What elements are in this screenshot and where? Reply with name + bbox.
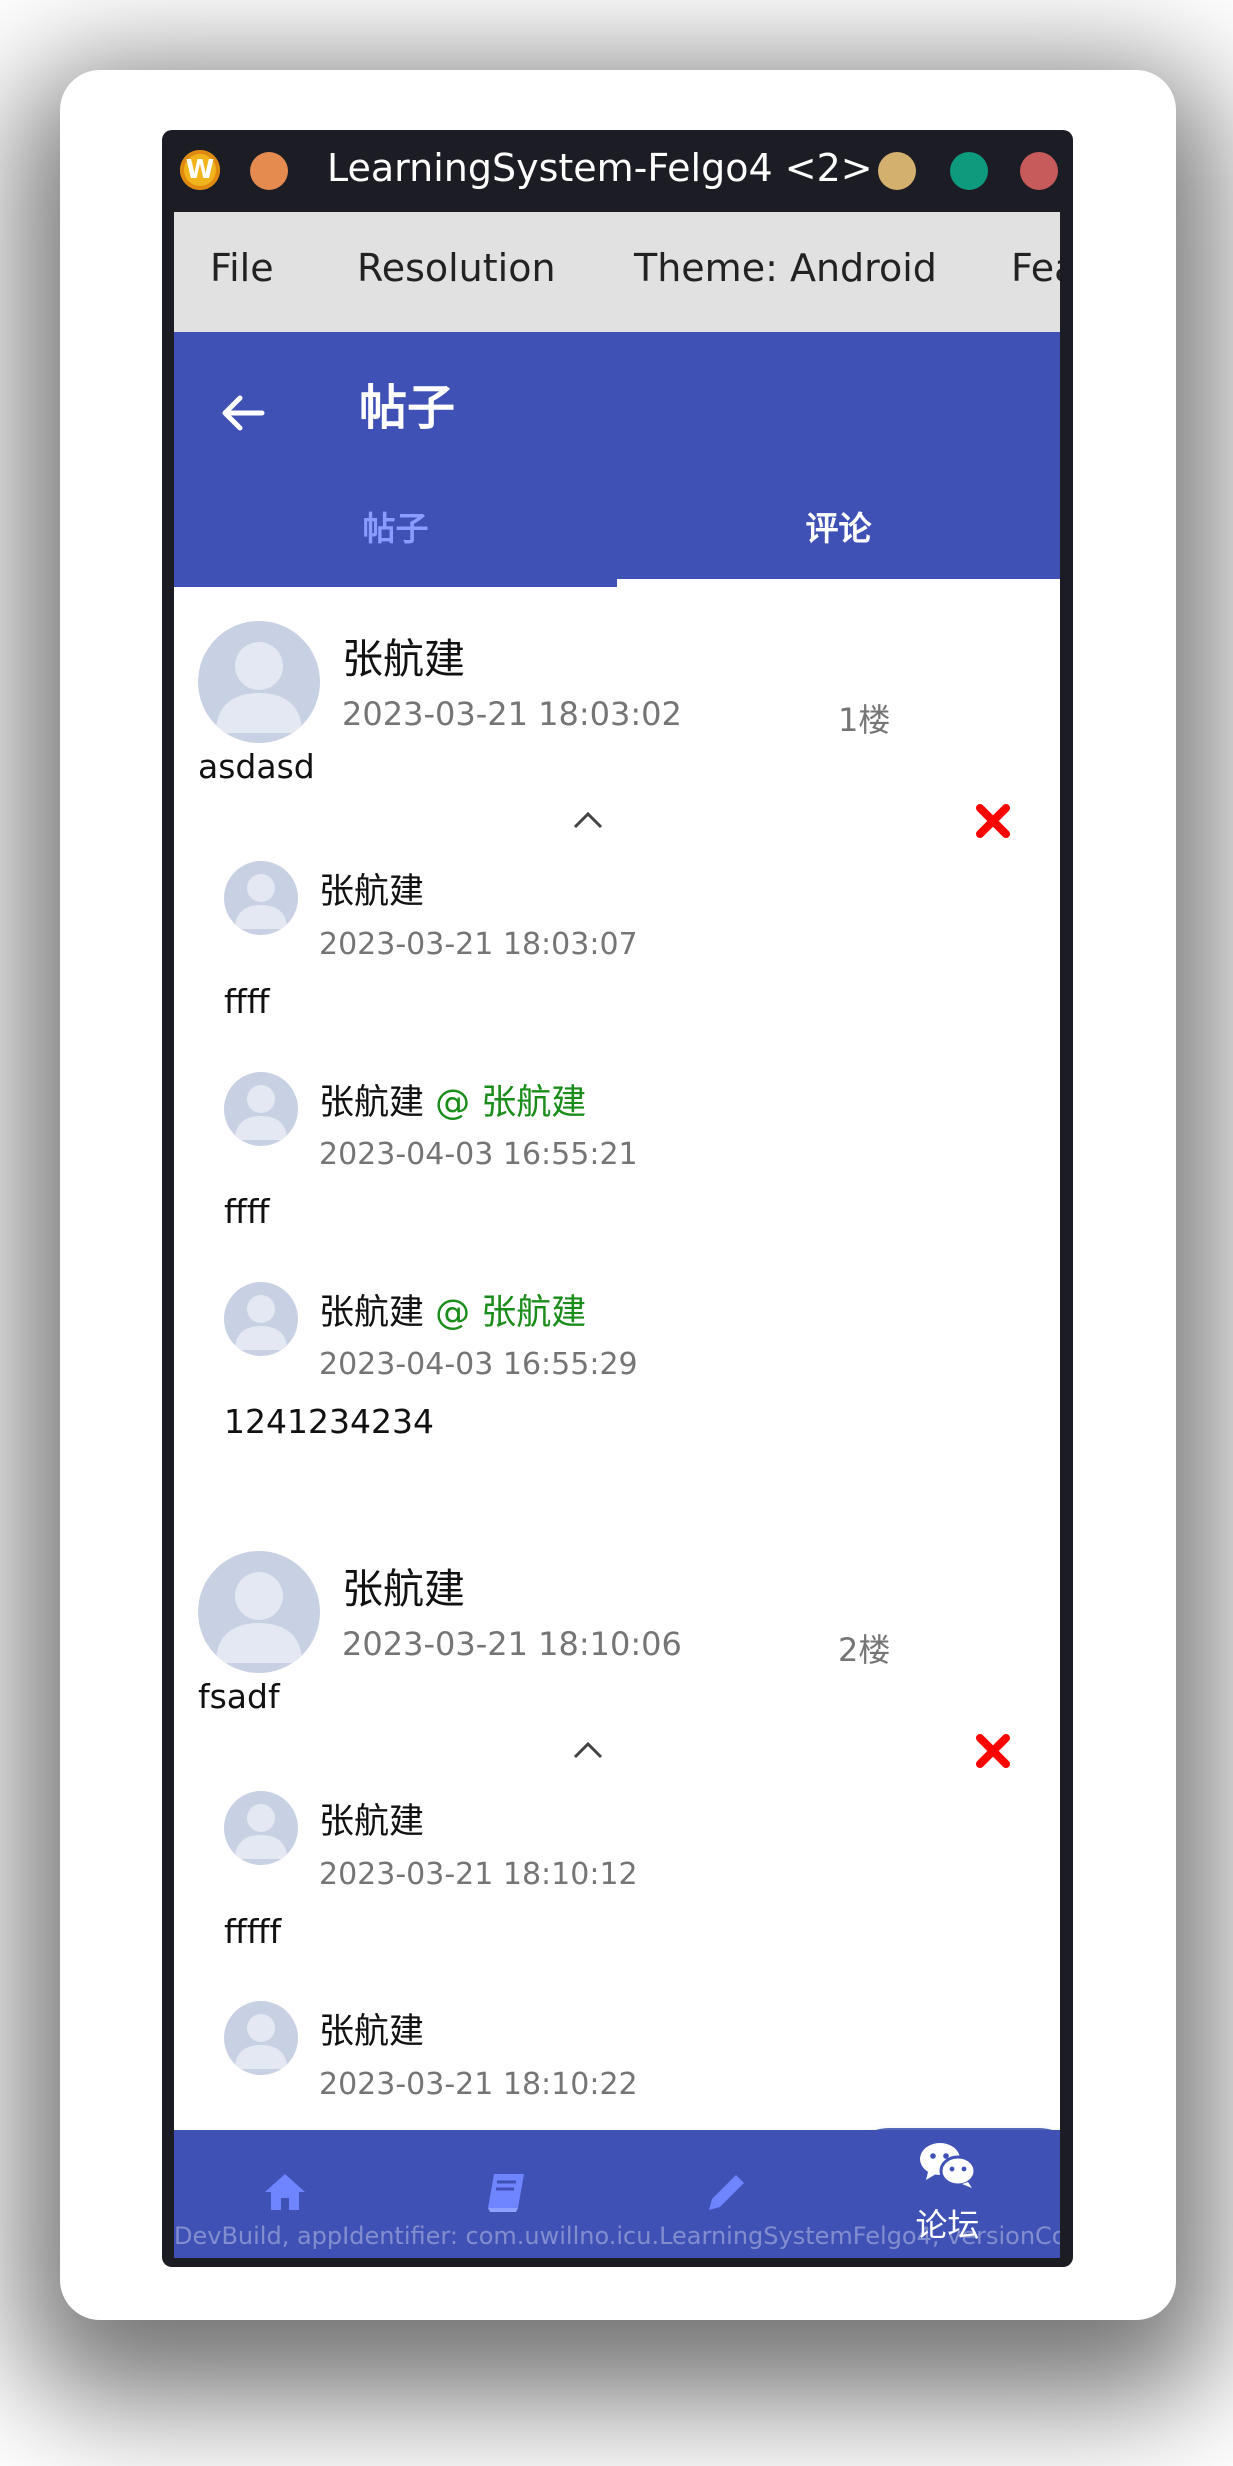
reply-text: fffff [224, 1912, 282, 1951]
minimize-button[interactable] [878, 152, 916, 190]
delete-icon[interactable] [974, 1732, 1012, 1770]
reply-time: 2023-04-03 16:55:21 [319, 1137, 638, 1172]
title-bar[interactable]: W LearningSystem-Felgo4 <2> [162, 130, 1073, 212]
collapse-chevron-icon[interactable] [571, 809, 605, 831]
reply-time: 2023-03-21 18:10:22 [319, 2067, 638, 2102]
pencil-icon [708, 2175, 744, 2210]
debug-build-info: DevBuild, appIdentifier: com.uwillno.icu… [174, 2222, 1060, 2250]
maximize-button[interactable] [950, 152, 988, 190]
collapse-chevron-icon[interactable] [571, 1739, 605, 1761]
comment-time: 2023-03-21 18:10:06 [342, 1625, 682, 1663]
page-title: 帖子 [359, 380, 456, 436]
comment-text: fsadf [198, 1677, 280, 1716]
user-icon [235, 1804, 287, 1859]
tab-indicator [617, 579, 1060, 587]
reply-author[interactable]: 张航建 @ 张航建 [319, 1074, 586, 1125]
back-arrow-icon[interactable] [218, 388, 268, 438]
window-title: LearningSystem-Felgo4 <2> [327, 146, 873, 190]
menu-theme[interactable]: Theme: Android [634, 246, 937, 290]
user-icon [235, 1295, 287, 1350]
wechat-icon [919, 2143, 976, 2188]
avatar[interactable] [224, 1282, 298, 1356]
app-logo-icon: W [180, 150, 220, 190]
comment-text: asdasd [198, 747, 315, 786]
delete-icon[interactable] [974, 802, 1012, 840]
home-icon [264, 2174, 305, 2210]
reply-author[interactable]: 张航建 @ 张航建 [319, 1284, 586, 1335]
reply-time: 2023-03-21 18:10:12 [319, 1857, 638, 1892]
reply-text: ffff [224, 1192, 270, 1231]
comment-floor: 1楼 [838, 701, 891, 739]
comment-time: 2023-03-21 18:03:02 [342, 695, 682, 733]
user-icon [216, 642, 302, 733]
reply-author[interactable]: 张航建 [319, 1793, 424, 1844]
menu-features[interactable]: Fea [1011, 246, 1060, 290]
menu-resolution[interactable]: Resolution [357, 246, 556, 290]
user-icon [235, 1085, 287, 1140]
reply-time: 2023-04-03 16:55:29 [319, 1347, 638, 1382]
close-button[interactable] [1020, 152, 1058, 190]
avatar[interactable] [224, 861, 298, 935]
user-icon [216, 1572, 302, 1663]
reply-text: 1241234234 [224, 1402, 434, 1441]
avatar[interactable] [224, 2001, 298, 2075]
reply-author[interactable]: 张航建 [319, 2003, 424, 2054]
app-window: W LearningSystem-Felgo4 <2> File Resolut… [162, 130, 1073, 2267]
avatar[interactable] [224, 1072, 298, 1146]
menu-file[interactable]: File [210, 246, 274, 290]
menu-bar: File Resolution Theme: Android Fea [174, 212, 1060, 332]
tab-post[interactable]: 帖子 [174, 502, 617, 550]
reply-time: 2023-03-21 18:03:07 [319, 927, 638, 962]
app-client-area: File Resolution Theme: Android Fea 帖子 帖子… [174, 212, 1060, 2258]
book-icon [487, 2174, 524, 2212]
user-icon [235, 874, 287, 929]
tab-comments[interactable]: 评论 [617, 502, 1060, 550]
avatar[interactable] [198, 1551, 320, 1673]
comment-list[interactable]: 张航建 2023-03-21 18:03:02 1楼 asdasd 张航建 20… [174, 587, 1060, 2258]
comment-author[interactable]: 张航建 [342, 625, 465, 685]
user-icon [235, 2014, 287, 2069]
reply-text: ffff [224, 982, 270, 1021]
avatar[interactable] [198, 621, 320, 743]
reply-author[interactable]: 张航建 [319, 863, 424, 914]
avatar[interactable] [224, 1791, 298, 1865]
window-control-dot[interactable] [250, 152, 288, 190]
comment-author[interactable]: 张航建 [342, 1555, 465, 1615]
app-bar: 帖子 帖子 评论 [174, 332, 1060, 587]
comment-floor: 2楼 [838, 1631, 891, 1669]
